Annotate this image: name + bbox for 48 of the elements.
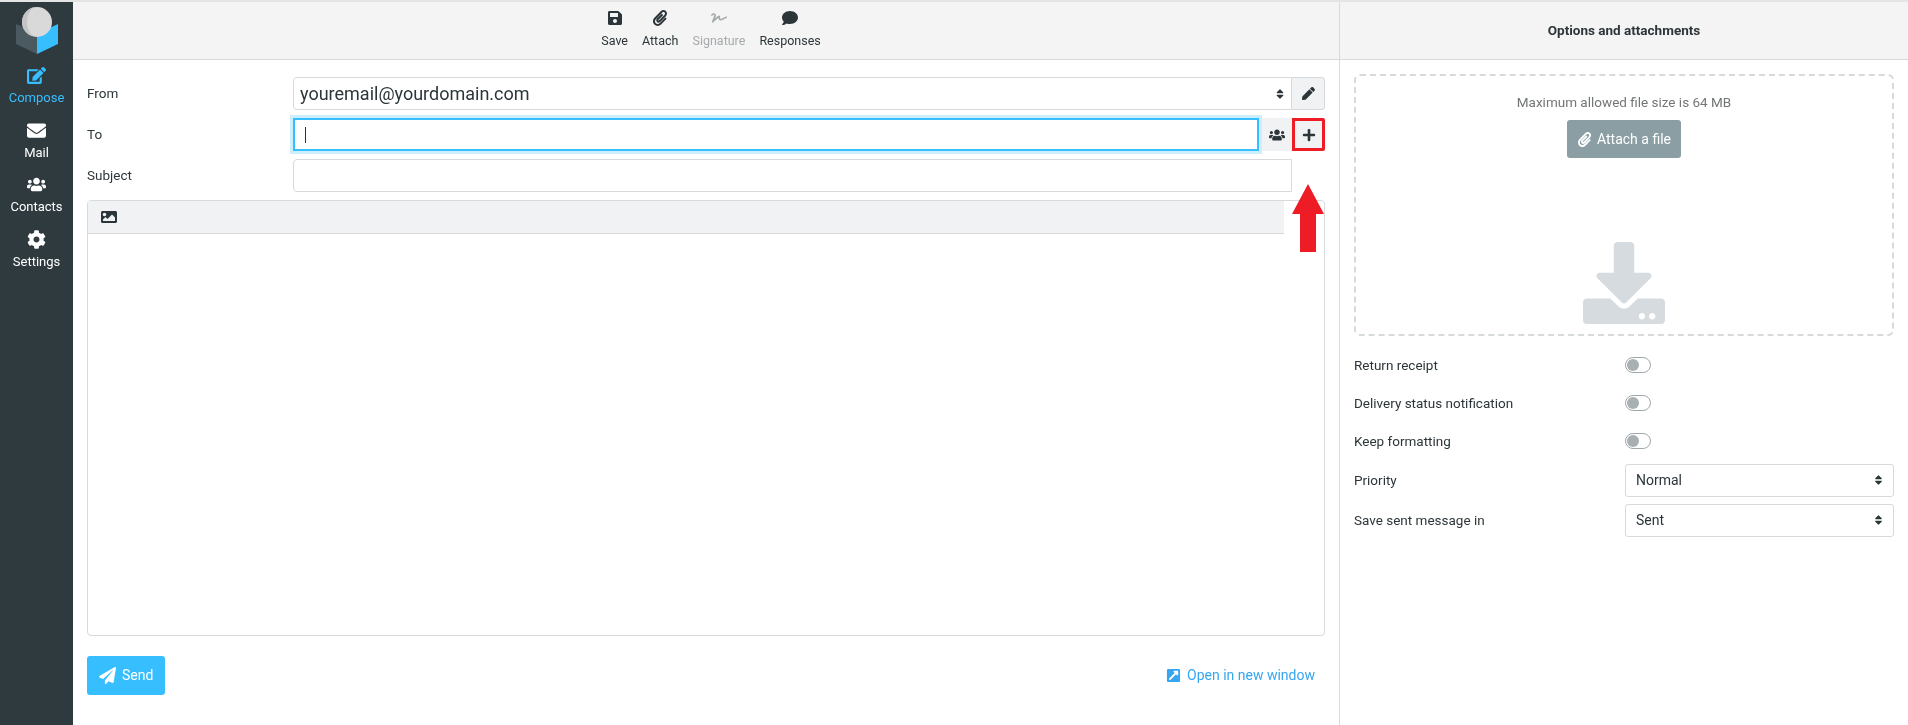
field-label: To: [87, 125, 104, 145]
plus-icon: [1301, 127, 1316, 142]
sort-icon: [1275, 87, 1285, 100]
field-label: From: [87, 84, 120, 104]
toolbar-button[interactable]: Attach: [642, 10, 679, 51]
to-field[interactable]: [293, 118, 1259, 151]
subject-field[interactable]: [293, 159, 1292, 192]
select-field[interactable]: Sent: [1625, 503, 1894, 537]
sort-icon: [1874, 514, 1883, 526]
from-select[interactable]: youremail@yourdomain.com: [293, 77, 1292, 110]
toolbar-button[interactable]: Responses: [759, 10, 821, 51]
option-label: Keep formatting: [1354, 431, 1452, 451]
paper-plane-icon: [99, 667, 116, 684]
toolbar-button[interactable]: Save: [601, 10, 628, 51]
paperclip-icon: [1577, 131, 1592, 147]
file-size-note: Maximum allowed file size is 64 MB: [1516, 93, 1732, 112]
speech-bubble-icon: [782, 10, 799, 27]
envelope-icon: [27, 120, 46, 140]
drop-zone[interactable]: Maximum allowed file size is 64 MB Attach a file: [1354, 74, 1894, 336]
sort-icon: [1874, 474, 1883, 486]
paperclip-icon: [652, 10, 669, 27]
sidebar-item[interactable]: Contacts: [1, 175, 72, 217]
option-label: Return receipt: [1354, 355, 1439, 375]
sidebar-item[interactable]: Mail: [1, 120, 72, 162]
sidebar-item[interactable]: Settings: [1, 229, 72, 271]
option-label: Save sent message in: [1354, 510, 1486, 530]
option-label: Priority: [1354, 470, 1398, 490]
sidebar-item[interactable]: Compose: [1, 66, 72, 108]
users-icon: [1269, 127, 1285, 142]
edit-identity-button[interactable]: [1292, 77, 1325, 110]
logo: [13, 6, 60, 54]
external-link-icon: [1166, 668, 1182, 683]
address-book-button[interactable]: [1262, 118, 1292, 151]
toggle-switch[interactable]: [1625, 433, 1651, 449]
image-icon[interactable]: [100, 209, 118, 225]
download-icon: [1583, 242, 1665, 325]
edit-icon: [27, 66, 46, 85]
pencil-icon: [1301, 87, 1315, 100]
gear-icon: [27, 229, 46, 249]
toggle-switch[interactable]: [1625, 357, 1651, 373]
toggle-switch[interactable]: [1625, 395, 1651, 411]
select-field[interactable]: Normal: [1625, 463, 1894, 497]
add-recipient-button[interactable]: [1292, 118, 1325, 151]
field-label: Subject: [87, 166, 133, 186]
annotation-arrow: [1292, 184, 1324, 252]
panel-title: Options and attachments: [1547, 21, 1701, 41]
users-icon: [27, 175, 46, 194]
option-label: Delivery status notification: [1354, 393, 1515, 413]
